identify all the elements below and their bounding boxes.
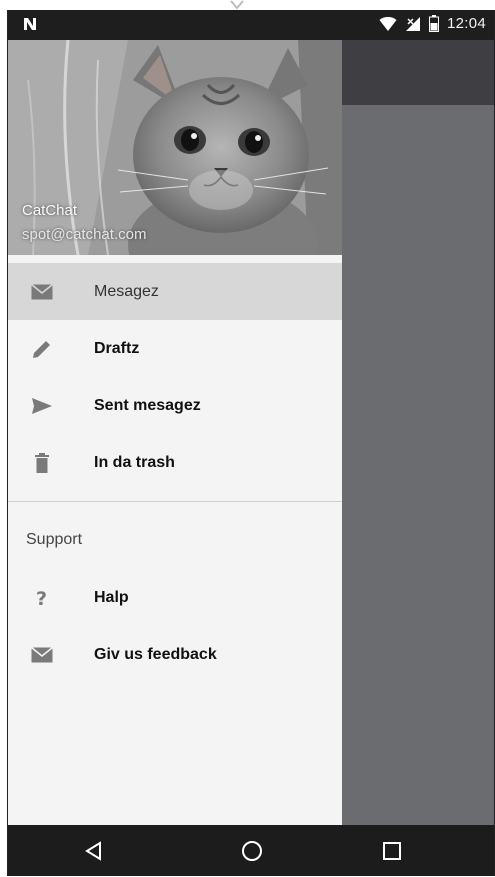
- pencil-icon: [28, 320, 56, 377]
- back-button[interactable]: [63, 825, 123, 876]
- app-bar: [342, 40, 494, 105]
- drawer-item-sent[interactable]: Sent mesagez: [8, 377, 342, 434]
- scroll-indicator-icon: [230, 0, 244, 10]
- drawer-header: CatChat spot@catchat.com: [8, 40, 342, 255]
- support-subheader: Support: [26, 531, 83, 548]
- drawer-divider: [8, 501, 342, 502]
- status-bar: 12:04: [8, 10, 494, 40]
- mail-icon: [28, 626, 56, 683]
- drawer-item-label: Sent mesagez: [94, 396, 201, 414]
- navigation-drawer: CatChat spot@catchat.com Mesagez Draftz …: [8, 40, 342, 835]
- recents-button[interactable]: [362, 825, 422, 876]
- battery-icon: [428, 15, 439, 32]
- signal-icon: [405, 16, 420, 31]
- back-icon: [85, 840, 101, 861]
- drawer-item-draftz[interactable]: Draftz: [8, 320, 342, 377]
- system-nav-bar: [8, 825, 494, 876]
- drawer-item-label: In da trash: [94, 453, 175, 471]
- account-name: CatChat: [22, 202, 78, 219]
- drawer-item-label: Halp: [94, 588, 129, 606]
- android-n-icon: [24, 18, 36, 30]
- drawer-item-label: Mesagez: [94, 282, 159, 300]
- home-button[interactable]: [222, 825, 282, 876]
- status-time: 12:04: [446, 15, 486, 32]
- home-icon: [242, 840, 262, 861]
- send-icon: [28, 377, 56, 434]
- drawer-item-halp[interactable]: ? Halp: [8, 569, 342, 626]
- drawer-item-feedback[interactable]: Giv us feedback: [8, 626, 342, 683]
- mail-icon: [28, 263, 56, 320]
- wifi-icon: [379, 16, 397, 31]
- drawer-item-label: Giv us feedback: [94, 645, 217, 663]
- drawer-item-label: Draftz: [94, 339, 140, 357]
- trash-icon: [28, 434, 56, 491]
- svg-text:?: ?: [36, 588, 47, 608]
- recents-icon: [383, 841, 401, 860]
- drawer-item-trash[interactable]: In da trash: [8, 434, 342, 491]
- account-email: spot@catchat.com: [22, 226, 147, 243]
- phone-screen: 12:04 CatChat spot@catchat.com Mesagez D…: [7, 10, 495, 876]
- help-icon: ?: [28, 569, 56, 626]
- drawer-item-mesagez[interactable]: Mesagez: [8, 263, 342, 320]
- kitten-photo: [8, 40, 342, 255]
